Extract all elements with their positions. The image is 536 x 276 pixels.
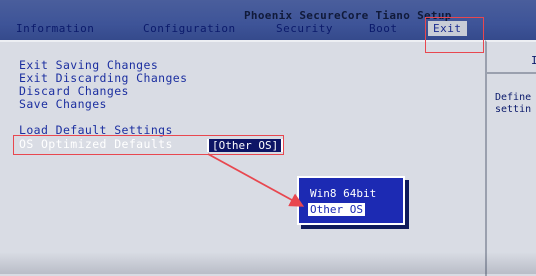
popup-option-win8-64bit[interactable]: Win8 64bit — [310, 187, 376, 200]
menu-item-exit-discarding-changes[interactable]: Exit Discarding Changes — [19, 71, 187, 85]
menu-item-discard-changes[interactable]: Discard Changes — [19, 84, 129, 98]
tab-exit[interactable]: Exit — [428, 21, 467, 36]
help-panel-title: I — [531, 54, 536, 67]
bios-header-bar: Phoenix SecureCore Tiano Setup Informati… — [0, 0, 536, 40]
help-text-line: settin — [495, 104, 532, 115]
os-optimized-defaults-value[interactable]: [Other OS] — [207, 139, 284, 152]
help-panel-header: I — [487, 42, 536, 74]
help-text-line: Define — [495, 92, 532, 103]
os-options-popup: Win8 64bit Other OS — [297, 176, 405, 225]
tab-information[interactable]: Information — [16, 22, 94, 35]
tab-configuration[interactable]: Configuration — [143, 22, 236, 35]
menu-item-exit-saving-changes[interactable]: Exit Saving Changes — [19, 58, 158, 72]
tab-security[interactable]: Security — [276, 22, 333, 35]
bios-title: Phoenix SecureCore Tiano Setup — [244, 9, 452, 22]
popup-option-other-os[interactable]: Other OS — [308, 203, 365, 216]
menu-item-load-default-settings[interactable]: Load Default Settings — [19, 123, 173, 137]
menu-item-save-changes[interactable]: Save Changes — [19, 97, 107, 111]
help-panel: I Define settin — [485, 40, 536, 276]
tab-boot[interactable]: Boot — [369, 22, 398, 35]
menu-item-os-optimized-defaults[interactable]: OS Optimized Defaults — [19, 137, 173, 151]
